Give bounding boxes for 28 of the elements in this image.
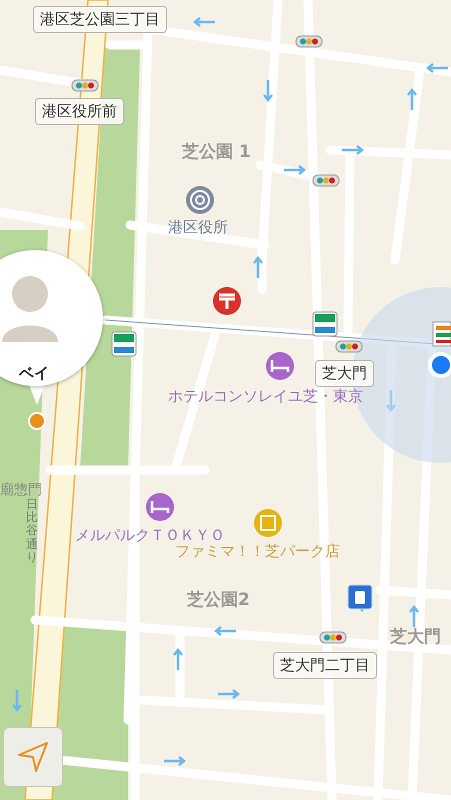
convenience-store-icon[interactable] [112,332,136,356]
traffic-light-icon [320,632,346,644]
poi-label[interactable]: ホテルコンソレイユ芝・東京 [168,387,363,406]
convenience-store-icon[interactable] [312,312,338,336]
area-label: 芝公園 1 [182,141,251,163]
traffic-light-icon [336,340,362,352]
poi-label[interactable]: 港区役所 [168,218,228,237]
convenience-store-icon[interactable] [432,322,451,346]
intersection-label: 港区芝公園三丁目 [33,6,167,33]
bed-icon[interactable] [266,352,294,380]
intersection-label: 芝大門 [315,360,374,387]
poi-label[interactable]: メルパルクＴＯＫＹＯ [75,526,225,545]
intersection-label: 芝大門二丁目 [273,652,377,679]
shop-icon[interactable] [254,509,282,537]
target-icon[interactable] [186,186,214,214]
post-office-icon[interactable] [213,287,241,315]
poi-label[interactable]: ファミマ！！芝パーク店 [175,542,340,561]
intersection-label: 港区役所前 [35,98,124,125]
area-label: 芝大門 [390,626,441,648]
traffic-light-icon [72,80,98,92]
locate-button[interactable] [3,727,63,787]
traffic-light-icon [312,174,340,186]
police-box-icon[interactable] [348,584,372,610]
friend-name: ベイ [19,364,49,383]
traffic-light-icon [296,36,322,48]
bed-icon[interactable] [146,493,174,521]
area-label: 芝公園2 [187,589,250,611]
location-arrow-icon [16,740,50,774]
